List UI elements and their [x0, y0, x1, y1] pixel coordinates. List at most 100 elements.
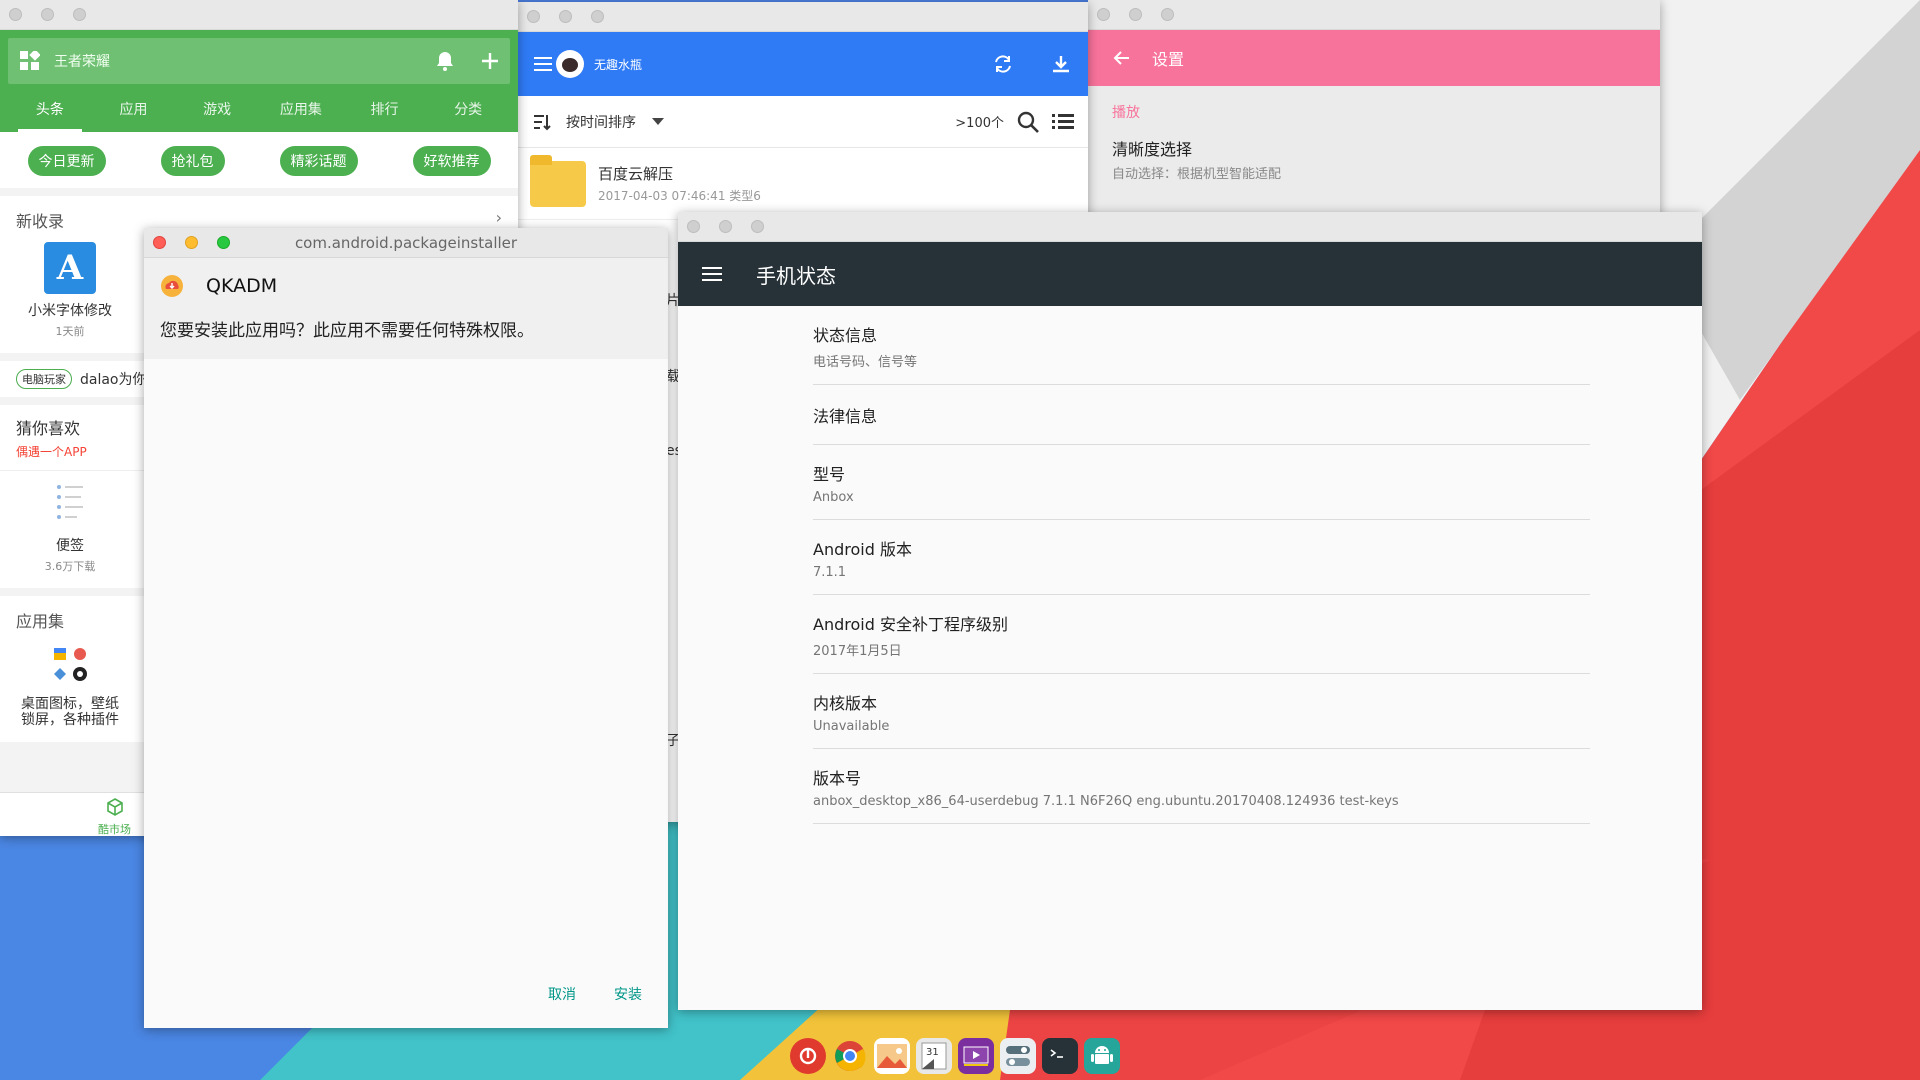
- maximize-button[interactable]: [1161, 8, 1174, 21]
- tab-categories[interactable]: 分类: [426, 92, 510, 132]
- kernel-version-item: 内核版本 Unavailable: [813, 674, 1590, 749]
- menu-icon[interactable]: [534, 57, 552, 71]
- android-icon[interactable]: [1084, 1038, 1120, 1074]
- quick-chips: 今日更新 抢礼包 精彩话题 好软推荐: [0, 132, 518, 188]
- close-button[interactable]: [1097, 8, 1110, 21]
- video-icon[interactable]: [958, 1038, 994, 1074]
- section-title: 新收录: [16, 212, 65, 231]
- download-icon[interactable]: [1050, 53, 1072, 75]
- chip-topics[interactable]: 精彩话题: [279, 146, 358, 176]
- item-title: 型号: [813, 465, 846, 484]
- chip-gift-packs[interactable]: 抢礼包: [160, 146, 225, 176]
- install-message: 您要安装此应用吗？此应用不需要任何特殊权限。: [160, 321, 534, 341]
- back-arrow-icon[interactable]: [1112, 48, 1132, 68]
- title-bar: [678, 212, 1702, 242]
- build-number-item[interactable]: 版本号 anbox_desktop_x86_64-userdebug 7.1.1…: [813, 749, 1590, 824]
- terminal-icon[interactable]: [1042, 1038, 1078, 1074]
- item-title: Android 安全补丁程序级别: [813, 615, 1008, 634]
- baidu-appbar: 无趣水瓶: [518, 32, 1088, 96]
- page-title: 手机状态: [756, 263, 836, 288]
- maximize-button[interactable]: [591, 10, 604, 23]
- app-name: 便签: [56, 538, 84, 554]
- calendar-icon[interactable]: 31: [916, 1038, 952, 1074]
- tab-games[interactable]: 游戏: [175, 92, 259, 132]
- item-subtitle: anbox_desktop_x86_64-userdebug 7.1.1 N6F…: [813, 794, 1399, 809]
- close-button[interactable]: [527, 10, 540, 23]
- install-button[interactable]: 安装: [614, 984, 642, 1004]
- add-icon[interactable]: [482, 53, 498, 69]
- quality-setting-item[interactable]: 清晰度选择 自动选择：根据机型智能适配: [1112, 136, 1636, 182]
- coolapk-appbar: 王者荣耀 头条 应用 游戏 应用集 排行 分类: [0, 30, 518, 132]
- search-text[interactable]: 王者荣耀: [54, 51, 436, 71]
- status-appbar: 手机状态: [678, 242, 1702, 306]
- item-subtitle: 7.1.1: [813, 565, 847, 580]
- netease-music-icon[interactable]: [790, 1038, 826, 1074]
- tag-text: dalao为你: [80, 372, 147, 388]
- status-list: 状态信息 电话号码、信号等 法律信息 型号 Anbox Android 版本 7…: [678, 306, 1702, 824]
- photos-icon[interactable]: [874, 1038, 910, 1074]
- search-icon[interactable]: [1016, 110, 1040, 134]
- tab-headlines[interactable]: 头条: [8, 92, 92, 132]
- collection-card[interactable]: 桌面图标，壁纸锁屏，各种插件: [0, 632, 140, 742]
- dropdown-arrow-icon[interactable]: [652, 117, 664, 126]
- sync-icon[interactable]: [992, 53, 1014, 75]
- chrome-icon[interactable]: [832, 1038, 868, 1074]
- section-header: 播放: [1112, 105, 1140, 121]
- status-info-item[interactable]: 状态信息 电话号码、信号等: [813, 306, 1590, 385]
- avatar[interactable]: [556, 50, 584, 78]
- settings-appbar: 设置: [1088, 30, 1660, 86]
- legal-info-item[interactable]: 法律信息: [813, 385, 1590, 445]
- minimize-button[interactable]: [41, 8, 54, 21]
- app-card[interactable]: 便签 3.6万下载: [0, 471, 140, 588]
- settings-window: 设置 播放 清晰度选择 自动选择：根据机型智能适配: [1088, 0, 1660, 220]
- app-icon: [161, 275, 183, 297]
- hamburger-menu-icon[interactable]: [702, 266, 722, 282]
- android-version-item[interactable]: Android 版本 7.1.1: [813, 520, 1590, 595]
- file-count: >100个: [955, 116, 1004, 131]
- nav-market[interactable]: 酷市场: [98, 797, 131, 836]
- chip-recommended[interactable]: 好软推荐: [412, 146, 491, 176]
- setting-subtitle: 自动选择：根据机型智能适配: [1112, 167, 1282, 182]
- settings-content: 播放 清晰度选择 自动选择：根据机型智能适配: [1088, 86, 1660, 182]
- file-row[interactable]: 百度云解压 2017-04-03 07:46:41 类型6: [518, 148, 1088, 220]
- close-button[interactable]: [687, 220, 700, 233]
- dock: 31: [790, 1036, 1120, 1076]
- sort-bar: 按时间排序 >100个: [518, 96, 1088, 148]
- title-bar: [0, 0, 518, 30]
- apps-grid-icon[interactable]: [20, 51, 40, 71]
- close-button[interactable]: [9, 8, 22, 21]
- item-title: 法律信息: [813, 407, 878, 426]
- maximize-button[interactable]: [73, 8, 86, 21]
- minimize-button[interactable]: [559, 10, 572, 23]
- chip-today-updates[interactable]: 今日更新: [27, 146, 106, 176]
- cancel-button[interactable]: 取消: [548, 984, 576, 1004]
- item-title: 状态信息: [813, 326, 878, 345]
- phone-status-window: 手机状态 状态信息 电话号码、信号等 法律信息 型号 Anbox Android…: [678, 212, 1702, 1010]
- settings-toggle-icon[interactable]: [1000, 1038, 1036, 1074]
- item-title: 内核版本: [813, 694, 878, 713]
- item-subtitle: Anbox: [813, 490, 854, 505]
- list-view-icon[interactable]: [1052, 113, 1074, 131]
- item-subtitle: Unavailable: [813, 719, 890, 734]
- maximize-button[interactable]: [751, 220, 764, 233]
- search-bar[interactable]: 王者荣耀: [8, 38, 510, 84]
- file-meta: 2017-04-03 07:46:41 类型6: [598, 189, 761, 203]
- minimize-button[interactable]: [719, 220, 732, 233]
- app-downloads: 3.6万下载: [44, 560, 96, 573]
- nav-label: 酷市场: [98, 823, 131, 836]
- item-title: Android 版本: [813, 540, 912, 559]
- app-card[interactable]: A 小米字体修改 1天前: [0, 232, 140, 353]
- title-bar: [1088, 0, 1660, 30]
- tab-ranking[interactable]: 排行: [343, 92, 427, 132]
- sort-icon[interactable]: [532, 112, 552, 132]
- tab-collections[interactable]: 应用集: [259, 92, 343, 132]
- username: 无趣水瓶: [594, 57, 643, 72]
- settings-title: 设置: [1152, 50, 1185, 69]
- bell-icon[interactable]: [436, 51, 454, 71]
- window-title: com.android.packageinstaller: [294, 233, 518, 252]
- sort-label[interactable]: 按时间排序: [566, 112, 636, 132]
- minimize-button[interactable]: [1129, 8, 1142, 21]
- folder-icon: [530, 154, 586, 207]
- tab-apps[interactable]: 应用: [92, 92, 176, 132]
- svg-text:31: 31: [926, 1047, 939, 1058]
